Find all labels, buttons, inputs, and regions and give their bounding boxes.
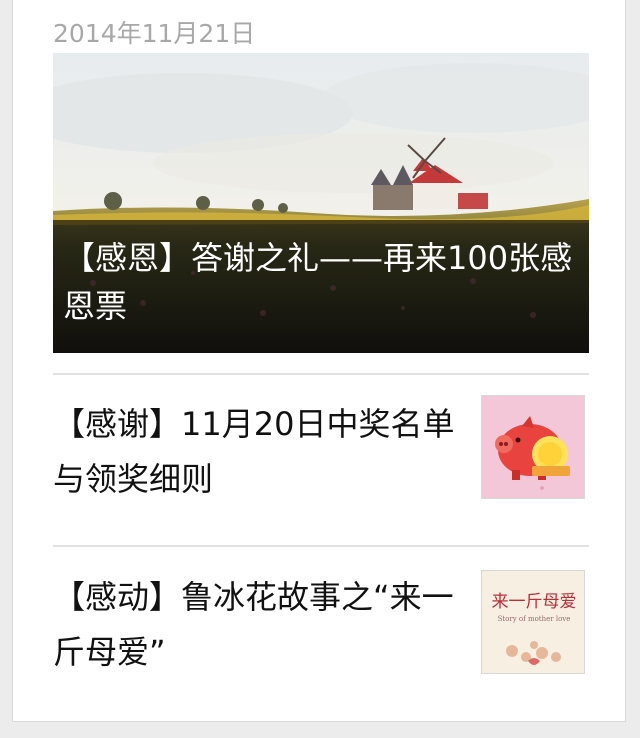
article-thumbnail: 来一斤母爱 Story of mother love	[481, 570, 585, 674]
list-item[interactable]: 【感谢】11月20日中奖名单与领奖细则	[53, 395, 589, 565]
mother-love-cover: 来一斤母爱 Story of mother love	[482, 571, 584, 673]
piggy-bank-icon	[482, 396, 584, 498]
article-title: 【感谢】11月20日中奖名单与领奖细则	[53, 405, 455, 498]
featured-article-title: 【感恩】答谢之礼——再来100张感恩票	[63, 239, 573, 325]
thumbnail-subtitle: Story of mother love	[498, 615, 571, 623]
thumbnail-title: 来一斤母爱	[492, 592, 577, 612]
list-item[interactable]: 【感动】鲁冰花故事之“来一斤母爱” 来一斤母爱 Story of mother …	[53, 568, 589, 738]
article-card: 2014年11月21日 【感恩】答谢之礼——再来100张感恩票 【感谢】11月2…	[12, 0, 626, 722]
divider	[53, 373, 589, 375]
publish-date: 2014年11月21日	[53, 19, 256, 48]
article-title: 【感动】鲁冰花故事之“来一斤母爱”	[53, 578, 454, 671]
divider	[53, 545, 589, 547]
featured-caption-overlay: 【感恩】答谢之礼——再来100张感恩票	[53, 220, 589, 353]
article-thumbnail	[481, 395, 585, 499]
featured-article[interactable]: 【感恩】答谢之礼——再来100张感恩票	[53, 53, 589, 353]
